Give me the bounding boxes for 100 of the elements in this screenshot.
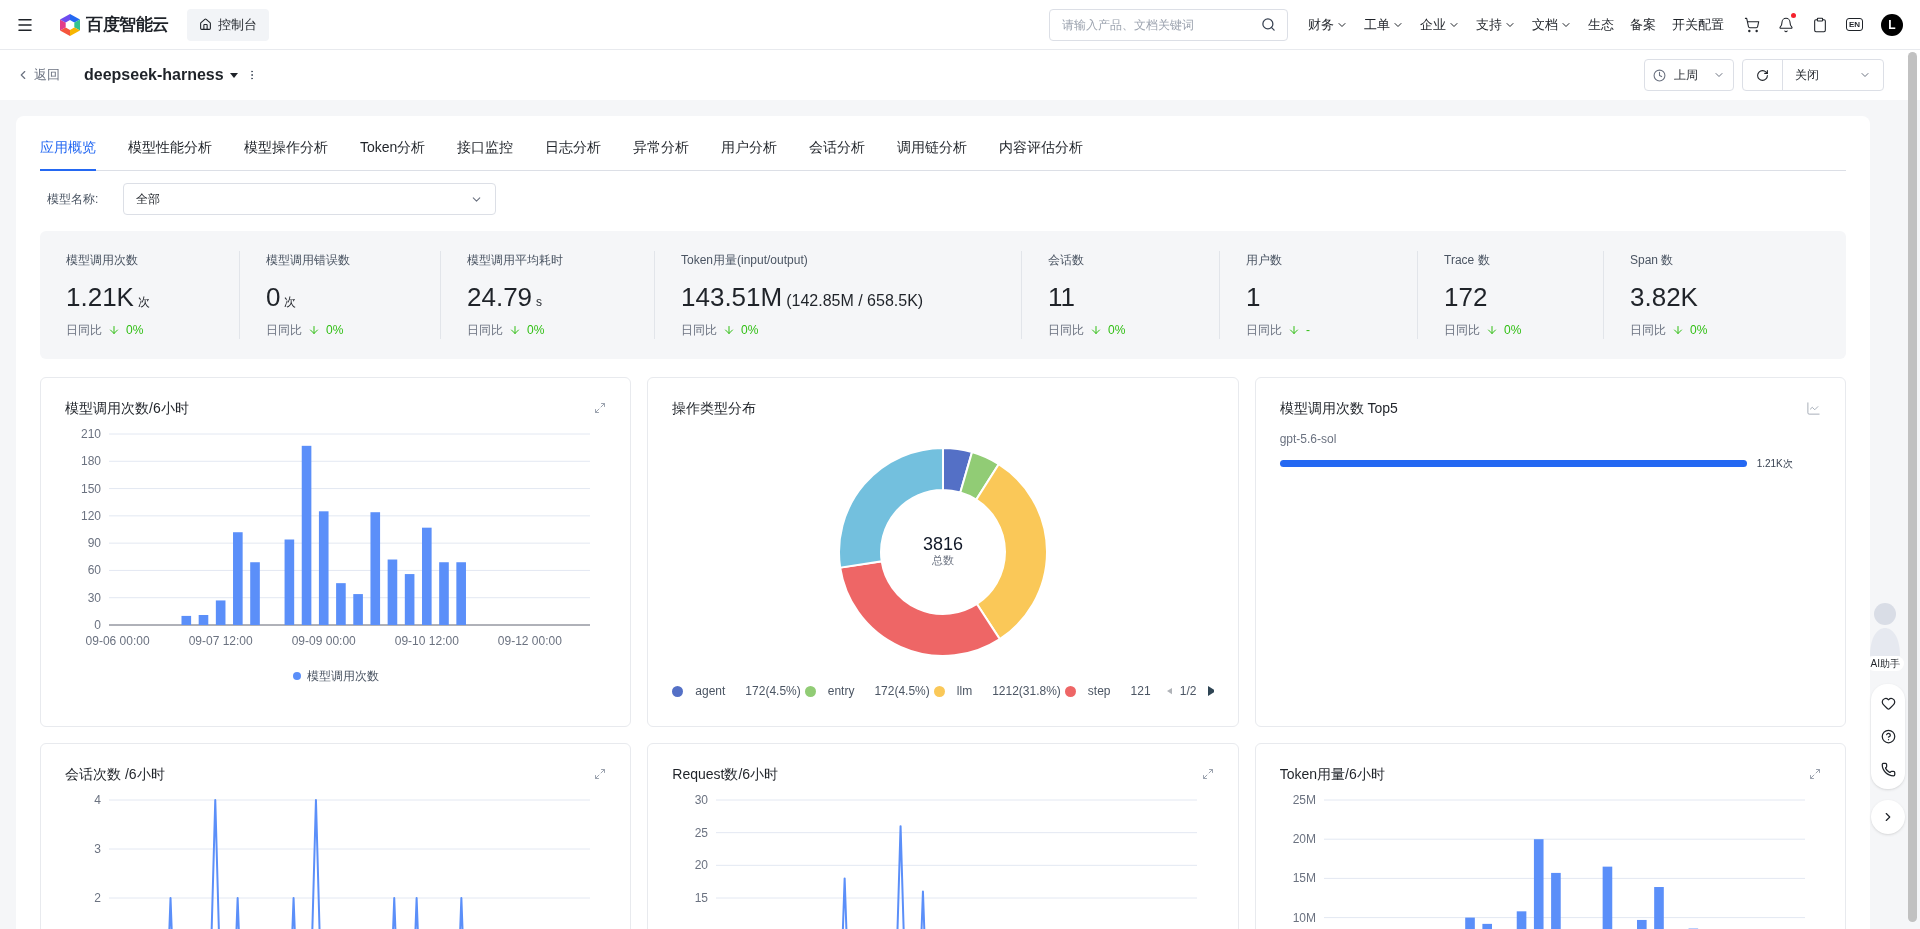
data-bar [250,562,260,625]
tab[interactable]: 模型操作分析 [244,126,328,171]
nav-link[interactable]: 财务 [1307,14,1348,35]
stat-label: 模型调用次数 [66,252,139,269]
change-value: 0% [326,322,344,339]
donut-total-label: 总数 [932,554,954,566]
x-axis-label: 09-09 00:00 [291,634,356,648]
home-icon [198,18,212,31]
y-axis-label: 30 [694,793,709,807]
notification-icon[interactable] [1777,16,1794,33]
legend-label: llm [956,683,973,700]
y-axis-label: 25M [1292,793,1316,807]
stat-value: 24.79 [467,281,533,313]
y-axis-label: 90 [87,536,101,551]
data-bar [1602,866,1612,929]
model-name: gpt-5.6-sol [1279,431,1338,448]
back-button[interactable]: 返回 [16,65,60,85]
data-bar [1550,872,1561,929]
tab[interactable]: 模型性能分析 [128,126,212,171]
nav-link[interactable]: 开关配置 [1671,14,1724,35]
legend-label: 模型调用次数 [306,668,379,685]
stat-value: 172 [1444,281,1488,313]
tab[interactable]: 会话分析 [809,126,866,171]
card-title: Request数/6小时 [672,765,779,784]
search-icon[interactable] [1260,16,1276,32]
legend-label: step [1087,683,1111,700]
tab[interactable]: 日志分析 [545,126,602,171]
stat-value: 1.21K [66,281,134,313]
help-icon[interactable] [1880,729,1896,744]
y-axis-label: 15M [1292,871,1316,886]
x-axis-label: 09-06 00:00 [85,634,150,648]
language-button[interactable]: EN [1845,18,1863,31]
nav-link[interactable]: 工单 [1363,14,1404,35]
nav-link[interactable]: 支持 [1475,14,1516,35]
clock-icon [1653,68,1666,82]
stat-value: 11 [1048,281,1075,313]
data-bar [1653,887,1664,929]
y-axis-label: 60 [87,563,101,578]
stat-label: 会话数 [1048,252,1085,269]
data-bar [404,574,415,625]
stat-unit: 次 [284,294,297,311]
y-axis-label: 2 [94,891,101,905]
y-axis-label: 25 [694,825,709,840]
change-label: 日同比 [266,322,302,339]
data-bar [456,562,466,625]
tab[interactable]: Token分析 [360,126,426,171]
data-bar [387,559,398,625]
logo-text: 百度智能云 [86,13,169,36]
nav-link[interactable]: 备案 [1629,14,1656,35]
legend-value: 1212(31.8%) [992,683,1061,700]
x-axis-label: 09-10 12:00 [394,634,459,648]
change-label: 日同比 [467,322,503,339]
change-label: 日同比 [1048,322,1084,339]
tab[interactable]: 调用链分析 [897,126,968,171]
caret-icon [229,72,238,78]
stat-value: 0 [266,281,281,313]
heart-icon[interactable] [1880,696,1896,711]
next-page-icon[interactable] [1208,686,1214,696]
progress-value: 1.21K次 [1756,457,1793,471]
y-axis-label: 210 [80,427,101,441]
nav-link[interactable]: 文档 [1531,14,1572,35]
model-select[interactable]: 全部 [123,183,496,215]
y-axis-label: 120 [80,508,101,523]
cart-icon[interactable] [1743,16,1760,33]
tab[interactable]: 应用概览 [40,126,96,171]
data-bar [336,583,346,625]
clipboard-icon[interactable] [1811,16,1828,33]
stat-value: 3.82K [1630,281,1698,313]
change-label: 日同比 [1246,322,1282,339]
x-axis-label: 09-07 12:00 [188,634,253,648]
y-axis-label: 0 [94,618,101,632]
app-selector[interactable]: deepseek-harness [84,63,238,87]
stat-unit: 次 [137,294,150,311]
data-bar [1464,917,1475,929]
phone-icon[interactable] [1880,762,1896,777]
stat-value: 143.51M [681,281,783,313]
user-avatar[interactable]: L [1881,13,1903,36]
y-axis-label: 180 [80,454,101,469]
tab[interactable]: 内容评估分析 [999,126,1084,171]
stat-label: 用户数 [1246,252,1283,269]
tab[interactable]: 异常分析 [633,126,690,171]
y-axis-label: 30 [87,590,101,605]
console-button[interactable]: 控制台 [186,8,269,41]
change-value: 0% [741,322,759,339]
nav-link[interactable]: 企业 [1419,14,1460,35]
stat-label: Span 数 [1630,252,1675,269]
search-field[interactable]: 请输入产品、文档关键词 [1048,8,1288,41]
data-bar [353,594,363,625]
nav-link[interactable]: 生态 [1587,14,1614,35]
time-range-select[interactable]: 上周 [1644,59,1734,91]
tab[interactable]: 接口监控 [457,126,514,171]
legend-value: 121 [1130,683,1151,700]
change-value: 0% [126,322,144,339]
change-value: 0% [1690,322,1708,339]
card-title: 操作类型分布 [672,399,757,418]
data-bar [1482,923,1492,929]
stat-label: Trace 数 [1444,252,1491,269]
stat-unit: s [536,294,543,311]
tab[interactable]: 用户分析 [721,126,778,171]
y-axis-label: 4 [94,793,101,807]
